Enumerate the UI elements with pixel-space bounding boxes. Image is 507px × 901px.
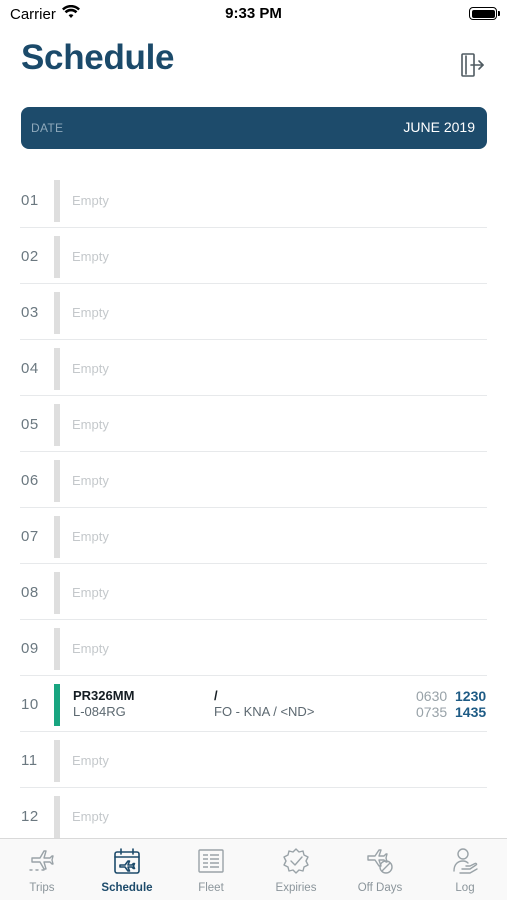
- flight-status-marker: [54, 684, 60, 726]
- day-number: 01: [21, 192, 39, 209]
- tab-label: Off Days: [357, 882, 403, 894]
- empty-label: Empty: [72, 809, 109, 824]
- day-number: 11: [21, 752, 38, 769]
- day-row[interactable]: 02 Empty: [0, 228, 507, 284]
- empty-label: Empty: [72, 249, 109, 264]
- day-row[interactable]: 06 Empty: [0, 452, 507, 508]
- tab-schedule[interactable]: Schedule: [85, 839, 169, 901]
- day-row[interactable]: 04 Empty: [0, 340, 507, 396]
- flight-route: FO - KNA / <ND>: [214, 704, 315, 719]
- empty-label: Empty: [72, 753, 109, 768]
- status-marker: [54, 292, 60, 334]
- empty-label: Empty: [72, 529, 109, 544]
- day-number: 12: [21, 808, 39, 825]
- status-marker: [54, 404, 60, 446]
- empty-label: Empty: [72, 193, 109, 208]
- person-hand-icon: [453, 848, 478, 874]
- empty-label: Empty: [72, 417, 109, 432]
- day-row[interactable]: 08 Empty: [0, 564, 507, 620]
- actual-time: 1230: [455, 688, 487, 704]
- empty-label: Empty: [72, 473, 109, 488]
- status-marker: [54, 236, 60, 278]
- badge-check-icon: [283, 848, 309, 874]
- logout-door-icon[interactable]: [458, 50, 488, 80]
- date-selector[interactable]: DATE JUNE 2019: [21, 107, 487, 149]
- day-row[interactable]: 05 Empty: [0, 396, 507, 452]
- status-marker: [54, 516, 60, 558]
- day-number: 08: [21, 584, 39, 601]
- day-number: 06: [21, 472, 39, 489]
- day-number: 07: [21, 528, 39, 545]
- plane-off-icon: [367, 849, 393, 874]
- tab-label: Trips: [29, 882, 55, 894]
- tab-label: Log: [455, 882, 475, 894]
- tab-log[interactable]: Log: [423, 839, 507, 901]
- status-marker: [54, 460, 60, 502]
- tab-bar: Trips Schedule Fleet Expiries Off Days L…: [0, 838, 507, 900]
- calendar-flight-icon: [114, 848, 140, 874]
- status-marker: [54, 180, 60, 222]
- day-row[interactable]: 07 Empty: [0, 508, 507, 564]
- date-value: JUNE 2019: [403, 119, 475, 135]
- status-marker: [54, 348, 60, 390]
- scheduled-time: 0630: [416, 688, 448, 704]
- day-number: 03: [21, 304, 39, 321]
- day-row[interactable]: 03 Empty: [0, 284, 507, 340]
- day-number: 02: [21, 248, 39, 265]
- aircraft-registration: L-084RG: [73, 704, 126, 719]
- day-number: 09: [21, 640, 39, 657]
- tab-trips[interactable]: Trips: [0, 839, 84, 901]
- flight-detail-header: /: [214, 688, 218, 703]
- tab-off-days[interactable]: Off Days: [338, 839, 422, 901]
- page-title: Schedule: [21, 38, 175, 77]
- day-row[interactable]: 11 Empty: [0, 732, 507, 788]
- status-marker: [54, 628, 60, 670]
- empty-label: Empty: [72, 361, 109, 376]
- airplane-route-icon: [29, 850, 54, 871]
- status-marker: [54, 740, 60, 782]
- day-row[interactable]: 09 Empty: [0, 620, 507, 676]
- day-number: 05: [21, 416, 39, 433]
- schedule-list[interactable]: 01 Empty 02 Empty 03 Empty 04 Empty 05 E…: [0, 172, 507, 838]
- day-row[interactable]: 12 Empty: [0, 788, 507, 838]
- status-marker: [54, 796, 60, 838]
- empty-label: Empty: [72, 305, 109, 320]
- tab-label: Expiries: [275, 882, 317, 894]
- day-row[interactable]: 01 Empty: [0, 172, 507, 228]
- battery-icon: [469, 7, 500, 20]
- day-number: 10: [21, 696, 39, 713]
- status-bar: Carrier 9:33 PM: [0, 0, 507, 30]
- status-marker: [54, 572, 60, 614]
- actual-time: 1435: [455, 704, 487, 720]
- status-time: 9:33 PM: [225, 5, 282, 22]
- tab-fleet[interactable]: Fleet: [169, 839, 253, 901]
- empty-label: Empty: [72, 585, 109, 600]
- tab-label: Fleet: [198, 882, 224, 894]
- fleet-board-icon: [198, 849, 224, 873]
- day-row-flight[interactable]: 10 PR326MM L-084RG / FO - KNA / <ND> 063…: [0, 676, 507, 732]
- tab-expiries[interactable]: Expiries: [254, 839, 338, 901]
- day-number: 04: [21, 360, 39, 377]
- scheduled-time: 0735: [416, 704, 448, 720]
- date-label: DATE: [31, 121, 64, 135]
- flight-number: PR326MM: [73, 688, 135, 703]
- empty-label: Empty: [72, 641, 109, 656]
- tab-label: Schedule: [101, 882, 153, 894]
